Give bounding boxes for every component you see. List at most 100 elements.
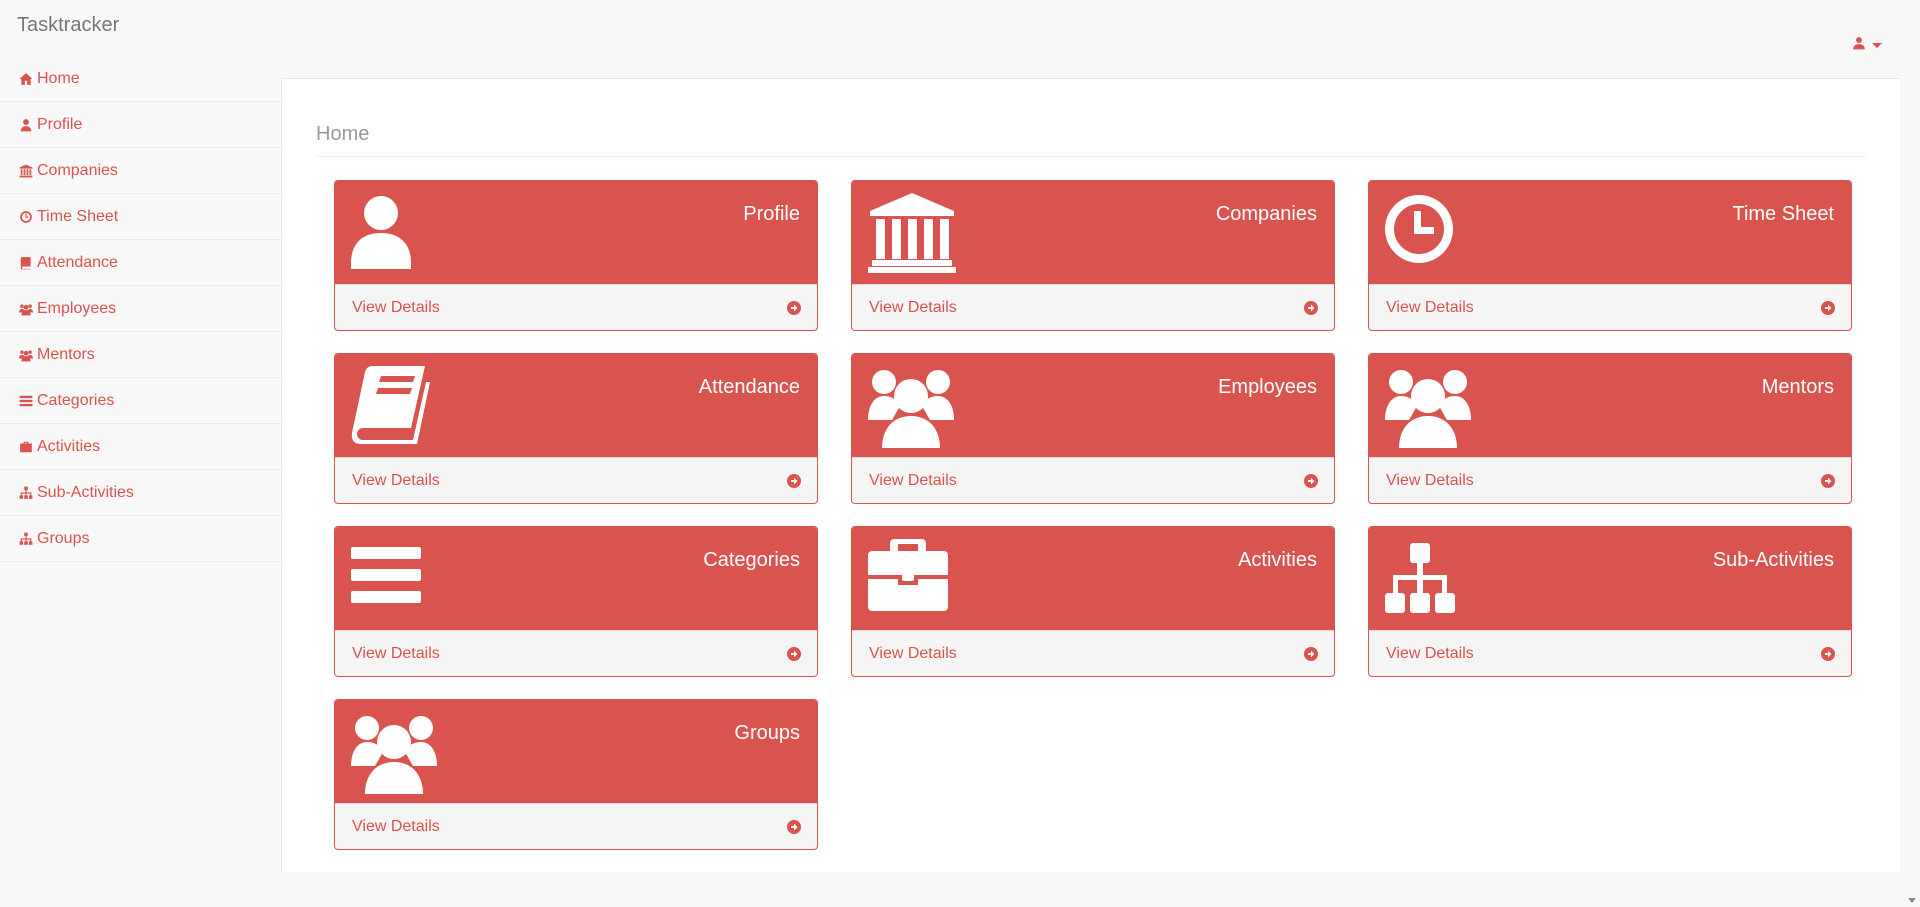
panel-title: Attendance <box>698 376 800 398</box>
sidebar-item-groups[interactable]: Groups <box>0 516 281 562</box>
arrow-circle-right-icon <box>1821 647 1835 661</box>
sidebar-item-label: Companies <box>37 161 118 179</box>
view-details-label: View Details <box>1386 645 1474 662</box>
clock-icon <box>20 210 32 223</box>
sidebar-item-label: Mentors <box>37 345 95 363</box>
view-details-link[interactable]: View Details <box>852 457 1334 503</box>
view-details-link[interactable]: View Details <box>852 630 1334 676</box>
panel-groups: Groups View Details <box>334 699 818 850</box>
briefcase-icon <box>20 441 32 452</box>
view-details-link[interactable]: View Details <box>1369 284 1851 330</box>
panel-time-sheet: Time Sheet View Details <box>1368 180 1852 331</box>
sidebar-item-home[interactable]: Home <box>0 56 281 102</box>
user-icon <box>20 118 32 131</box>
sidebar-item-label: Employees <box>37 299 117 317</box>
sidebar-item-label: Home <box>37 69 80 87</box>
panel-mentors: Mentors View Details <box>1368 353 1852 504</box>
sitemap-icon <box>1385 537 1473 621</box>
book-icon <box>351 364 439 448</box>
panel-attendance: Attendance View Details <box>334 353 818 504</box>
panel-title: Mentors <box>1761 376 1834 398</box>
arrow-circle-right-icon <box>787 474 801 488</box>
panel-title: Sub-Activities <box>1712 549 1834 571</box>
page-title: Home <box>316 123 1866 157</box>
bank-icon <box>19 164 33 177</box>
sitemap-icon <box>19 532 33 545</box>
top-navbar: Tasktracker <box>0 0 1900 56</box>
users-icon <box>351 710 439 794</box>
users-icon <box>19 303 33 315</box>
sidebar-item-profile[interactable]: Profile <box>0 102 281 148</box>
sidebar-item-attendance[interactable]: Attendance <box>0 240 281 286</box>
scroll-down-arrow-icon[interactable] <box>1908 898 1916 903</box>
view-details-link[interactable]: View Details <box>335 803 817 849</box>
view-details-label: View Details <box>352 818 440 835</box>
sidebar-item-companies[interactable]: Companies <box>0 148 281 194</box>
sidebar-item-mentors[interactable]: Mentors <box>0 332 281 378</box>
arrow-circle-right-icon <box>787 820 801 834</box>
view-details-link[interactable]: View Details <box>335 284 817 330</box>
arrow-circle-right-icon <box>787 647 801 661</box>
panel-heading: Time Sheet <box>1369 181 1851 284</box>
sidebar-item-label: Categories <box>37 391 115 409</box>
panel-heading: Activities <box>852 527 1334 630</box>
view-details-label: View Details <box>1386 299 1474 316</box>
sitemap-icon <box>19 486 33 499</box>
sidebar-item-sub-activities[interactable]: Sub-Activities <box>0 470 281 516</box>
sidebar-item-activities[interactable]: Activities <box>0 424 281 470</box>
view-details-label: View Details <box>869 472 957 489</box>
brand-title[interactable]: Tasktracker <box>17 14 119 37</box>
view-details-label: View Details <box>1386 472 1474 489</box>
sidebar-item-categories[interactable]: Categories <box>0 378 281 424</box>
panel-heading: Employees <box>852 354 1334 457</box>
user-icon <box>1852 36 1866 55</box>
arrow-circle-right-icon <box>1304 301 1318 315</box>
panel-title: Categories <box>703 549 800 571</box>
panel-companies: Companies View Details <box>851 180 1335 331</box>
view-details-label: View Details <box>352 645 440 662</box>
panel-title: Activities <box>1238 549 1317 571</box>
sidebar-item-time-sheet[interactable]: Time Sheet <box>0 194 281 240</box>
panel-categories: Categories View Details <box>334 526 818 677</box>
clock-icon <box>1385 191 1473 275</box>
panel-activities: Activities View Details <box>851 526 1335 677</box>
panel-title: Profile <box>743 203 800 225</box>
view-details-link[interactable]: View Details <box>1369 457 1851 503</box>
home-icon <box>19 72 33 85</box>
panel-employees: Employees View Details <box>851 353 1335 504</box>
bars-icon <box>19 395 33 406</box>
view-details-link[interactable]: View Details <box>1369 630 1851 676</box>
book-icon <box>20 256 31 269</box>
view-details-label: View Details <box>352 299 440 316</box>
view-details-link[interactable]: View Details <box>335 457 817 503</box>
panel-title: Groups <box>734 722 800 744</box>
sidebar: Home Profile Companies Time Sheet Attend… <box>0 56 281 562</box>
sidebar-item-label: Attendance <box>37 253 118 271</box>
view-details-link[interactable]: View Details <box>852 284 1334 330</box>
arrow-circle-right-icon <box>1304 647 1318 661</box>
page-wrapper: Home Profile View Details Companies View… <box>281 78 1900 872</box>
panel-heading: Categories <box>335 527 817 630</box>
view-details-label: View Details <box>869 299 957 316</box>
users-icon <box>868 364 956 448</box>
panel-heading: Sub-Activities <box>1369 527 1851 630</box>
panel-heading: Profile <box>335 181 817 284</box>
dashboard-grid: Profile View Details Companies View Deta… <box>334 180 1852 850</box>
view-details-link[interactable]: View Details <box>335 630 817 676</box>
user-icon <box>351 191 439 275</box>
sidebar-item-employees[interactable]: Employees <box>0 286 281 332</box>
panel-heading: Mentors <box>1369 354 1851 457</box>
panel-title: Time Sheet <box>1732 203 1834 225</box>
sidebar-item-label: Sub-Activities <box>37 483 134 501</box>
sidebar-item-label: Groups <box>37 529 90 547</box>
sidebar-item-label: Time Sheet <box>37 207 119 225</box>
bars-icon <box>351 537 439 621</box>
user-menu-toggle[interactable] <box>1852 36 1882 55</box>
arrow-circle-right-icon <box>1304 474 1318 488</box>
panel-sub-activities: Sub-Activities View Details <box>1368 526 1852 677</box>
bank-icon <box>868 191 956 275</box>
arrow-circle-right-icon <box>1821 474 1835 488</box>
panel-title: Employees <box>1218 376 1317 398</box>
arrow-circle-right-icon <box>787 301 801 315</box>
panel-title: Companies <box>1215 203 1317 225</box>
